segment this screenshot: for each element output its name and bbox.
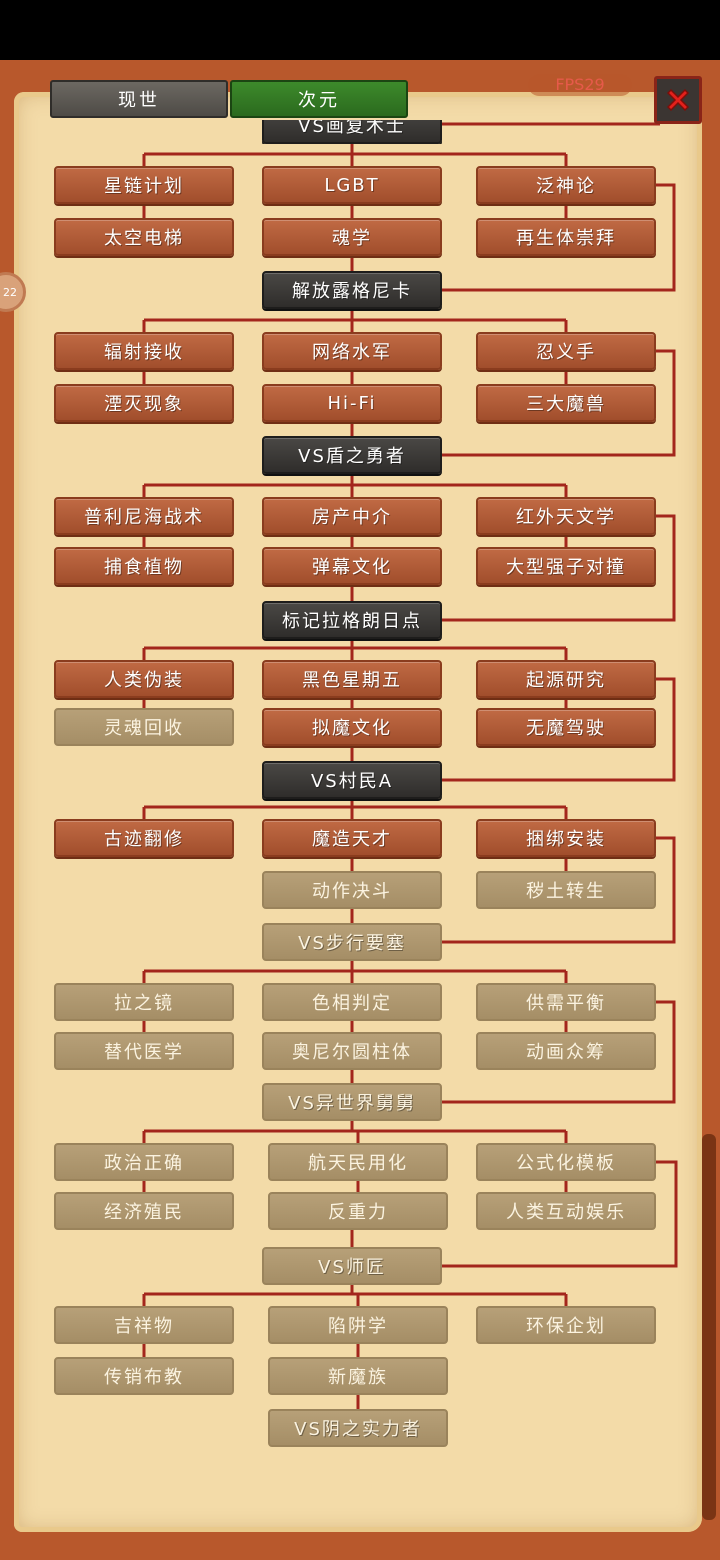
tech-node-2-1-0[interactable]: 捕食植物: [54, 547, 234, 585]
tech-node-6-0-0[interactable]: 政治正确: [54, 1143, 234, 1181]
tech-node-0-0-2[interactable]: 泛神论: [476, 166, 656, 204]
tech-node-1-1-1[interactable]: Hi-Fi: [262, 384, 442, 422]
tech-node-4-0-0[interactable]: 古迹翻修: [54, 819, 234, 857]
tech-node-5-1-1[interactable]: 奥尼尔圆柱体: [262, 1032, 442, 1070]
tech-node-7-0-2[interactable]: 环保企划: [476, 1306, 656, 1344]
tech-node-5-1-2[interactable]: 动画众筹: [476, 1032, 656, 1070]
tech-node-7-1-1[interactable]: 新魔族: [268, 1357, 448, 1395]
close-button[interactable]: [654, 76, 702, 124]
boss-node-2[interactable]: 标记拉格朗日点: [262, 601, 442, 639]
tech-node-3-0-1[interactable]: 黑色星期五: [262, 660, 442, 698]
tech-node-2-0-2[interactable]: 红外天文学: [476, 497, 656, 535]
tech-node-7-0-1[interactable]: 陷阱学: [268, 1306, 448, 1344]
tech-node-5-1-0[interactable]: 替代医学: [54, 1032, 234, 1070]
tech-node-2-1-2[interactable]: 大型强子对撞: [476, 547, 656, 585]
boss-node-4[interactable]: VS步行要塞: [262, 923, 442, 961]
boss-node-6[interactable]: VS师匠: [262, 1247, 442, 1285]
tech-node-3-1-0[interactable]: 灵魂回收: [54, 708, 234, 746]
boss-node-0[interactable]: 解放露格尼卡: [262, 271, 442, 309]
tech-node-4-1-2[interactable]: 秽土转生: [476, 871, 656, 909]
tech-node-4-1-1[interactable]: 动作决斗: [262, 871, 442, 909]
tech-node-3-1-2[interactable]: 无魔驾驶: [476, 708, 656, 746]
tab-dimension[interactable]: 次元: [230, 80, 408, 118]
tech-node-4-0-1[interactable]: 魔造天才: [262, 819, 442, 857]
tech-node-4-0-2[interactable]: 捆绑安装: [476, 819, 656, 857]
tech-node-3-0-0[interactable]: 人类伪装: [54, 660, 234, 698]
tech-node-2-0-1[interactable]: 房产中介: [262, 497, 442, 535]
tech-node-5-0-0[interactable]: 拉之镜: [54, 983, 234, 1021]
tech-node-0-1-0[interactable]: 太空电梯: [54, 218, 234, 256]
tech-node-1-0-1[interactable]: 网络水军: [262, 332, 442, 370]
tech-node-6-1-1[interactable]: 反重力: [268, 1192, 448, 1230]
tech-node-5-0-1[interactable]: 色相判定: [262, 983, 442, 1021]
tech-node-2-1-1[interactable]: 弹幕文化: [262, 547, 442, 585]
tech-node-6-1-0[interactable]: 经济殖民: [54, 1192, 234, 1230]
boss-node-1[interactable]: VS盾之勇者: [262, 436, 442, 474]
tech-node-7-0-0[interactable]: 吉祥物: [54, 1306, 234, 1344]
tech-node-0-1-2[interactable]: 再生体崇拜: [476, 218, 656, 256]
scrollbar-thumb[interactable]: [702, 1134, 716, 1520]
close-icon: [666, 88, 690, 112]
tech-node-3-0-2[interactable]: 起源研究: [476, 660, 656, 698]
tech-node-1-0-0[interactable]: 辐射接收: [54, 332, 234, 370]
side-badge-number: 22: [3, 285, 17, 299]
tech-node-1-0-2[interactable]: 忍义手: [476, 332, 656, 370]
tech-node-5-0-2[interactable]: 供需平衡: [476, 983, 656, 1021]
tech-node-7-1-0[interactable]: 传销布教: [54, 1357, 234, 1395]
boss-node-5[interactable]: VS异世界舅舅: [262, 1083, 442, 1121]
tech-node-3-1-1[interactable]: 拟魔文化: [262, 708, 442, 746]
boss-node-3[interactable]: VS村民A: [262, 761, 442, 799]
tech-node-6-0-2[interactable]: 公式化模板: [476, 1143, 656, 1181]
tech-node-2-0-0[interactable]: 普利尼海战术: [54, 497, 234, 535]
tech-node-6-0-1[interactable]: 航天民用化: [268, 1143, 448, 1181]
fps-counter: FPS29: [528, 74, 632, 96]
tech-node-0-0-0[interactable]: 星链计划: [54, 166, 234, 204]
tech-node-0-0-1[interactable]: LGBT: [262, 166, 442, 204]
tech-node-1-1-0[interactable]: 湮灭现象: [54, 384, 234, 422]
tech-node-0-1-1[interactable]: 魂学: [262, 218, 442, 256]
boss-node-7[interactable]: VS阴之实力者: [268, 1409, 448, 1447]
tech-node-6-1-2[interactable]: 人类互动娱乐: [476, 1192, 656, 1230]
tab-real-world[interactable]: 现世: [50, 80, 228, 118]
tech-node-1-1-2[interactable]: 三大魔兽: [476, 384, 656, 422]
